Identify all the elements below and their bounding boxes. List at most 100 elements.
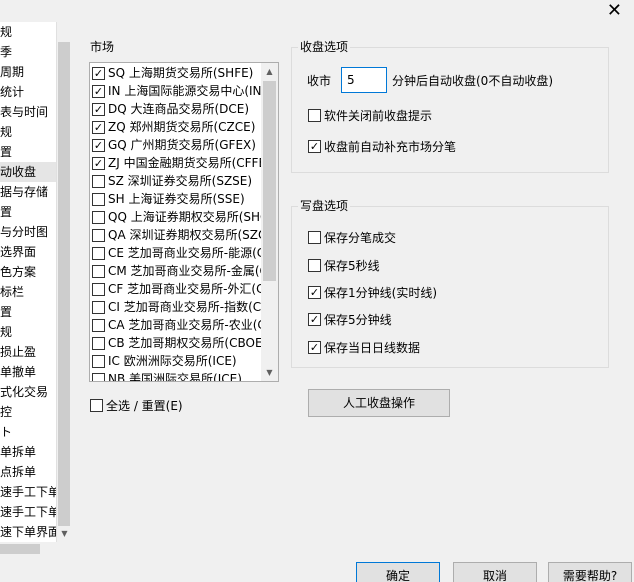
prompt-before-exit-checkbox[interactable]: 软件关闭前收盘提示 [308, 107, 432, 124]
checkbox-box[interactable]: ✓ [92, 156, 105, 170]
close-minutes-input[interactable]: 5 [341, 67, 387, 93]
market-scroll-thumb[interactable] [263, 81, 276, 281]
nav-item[interactable]: 式化交易 [0, 382, 56, 402]
nav-item[interactable]: 单拆单 [0, 442, 56, 462]
write-option-checkbox[interactable]: 保存5秒线 [308, 257, 380, 274]
nav-item[interactable]: 置 [0, 142, 56, 162]
nav-item[interactable]: 规 [0, 122, 56, 142]
checkbox-box[interactable] [92, 246, 105, 260]
scroll-up-arrow-icon[interactable]: ▲ [261, 63, 278, 80]
market-item[interactable]: ✓ ZJ 中国金融期货交易所(CFFEX) [92, 154, 278, 172]
auto-fill-ticks-checkbox[interactable]: ✓ 收盘前自动补充市场分笔 [308, 138, 456, 155]
checkbox-box[interactable]: ✓ [92, 138, 105, 152]
nav-item[interactable]: 季 [0, 42, 56, 62]
nav-item[interactable]: 控 [0, 402, 56, 422]
checkbox-box[interactable]: ✓ [92, 120, 105, 134]
write-option-checkbox[interactable]: ✓ 保存5分钟线 [308, 311, 392, 328]
market-item-label: DQ 大连商品交易所(DCE) [108, 102, 250, 116]
checkbox-box[interactable] [92, 354, 105, 368]
market-item[interactable]: QA 深圳证券期权交易所(SZQA) [92, 226, 278, 244]
market-item[interactable]: CF 芝加哥商业交易所-外汇(CME) [92, 280, 278, 298]
market-list[interactable]: ✓ SQ 上海期货交易所(SHFE) ✓ IN 上海国际能源交易中心(INE) ✓ DQ … [89, 62, 279, 382]
nav-item[interactable]: 置 [0, 302, 56, 322]
checkbox-box[interactable] [92, 336, 105, 350]
scroll-down-arrow-icon[interactable]: ▼ [57, 528, 72, 540]
nav-item[interactable]: 与分时图 [0, 222, 56, 242]
ok-button[interactable]: 确定 [356, 562, 440, 582]
checkbox-box[interactable]: ✓ [308, 341, 321, 354]
market-list-scrollbar[interactable]: ▲ ▼ [261, 63, 278, 381]
checkbox-box[interactable]: ✓ [308, 140, 321, 153]
settings-nav-tree[interactable]: 规季周期 统计 表与时间规置动收盘 据与存储置与分时图 选界面 色方案 标栏置规损止盈 单撤单… [0, 22, 56, 542]
checkbox-box[interactable]: ✓ [92, 102, 105, 116]
market-item[interactable]: CE 芝加哥商业交易所-能源(CME) [92, 244, 278, 262]
nav-item[interactable]: 周期 [0, 62, 56, 82]
checkbox-box[interactable] [92, 318, 105, 332]
checkbox-box[interactable] [92, 282, 105, 296]
nav-scroll-thumb[interactable] [58, 42, 70, 526]
nav-item[interactable]: 速下单界面 [0, 522, 56, 542]
nav-item[interactable]: 速手工下单 [0, 482, 56, 502]
checkbox-box[interactable] [92, 192, 105, 206]
nav-item[interactable]: 置 [0, 202, 56, 222]
checkbox-box[interactable] [308, 109, 321, 122]
write-option-checkbox[interactable]: 保存分笔成交 [308, 229, 396, 246]
market-item[interactable]: ✓ ZQ 郑州期货交易所(CZCE) [92, 118, 255, 136]
checkbox-box[interactable] [92, 372, 105, 381]
market-item[interactable]: ✓ IN 上海国际能源交易中心(INE) [92, 82, 274, 100]
checkbox-box[interactable] [92, 300, 105, 314]
close-options-title: 收盘选项 [298, 38, 351, 55]
cancel-button[interactable]: 取消 [453, 562, 537, 582]
nav-item[interactable]: 选界面 [0, 242, 56, 262]
market-item[interactable]: IC 欧洲洲际交易所(ICE) [92, 352, 237, 370]
checkbox-box[interactable] [308, 259, 321, 272]
market-item[interactable]: CI 芝加哥商业交易所-指数(CME) [92, 298, 278, 316]
select-all-checkbox[interactable]: 全选 / 重置(E) [90, 397, 183, 414]
checkbox-box[interactable]: ✓ [92, 84, 105, 98]
checkbox-box[interactable] [90, 399, 103, 412]
checkbox-box[interactable]: ✓ [92, 66, 105, 80]
market-item[interactable]: NB 美国洲际交易所(ICE) [92, 370, 242, 381]
market-item[interactable]: ✓ GQ 广州期货交易所(GFEX) [92, 136, 256, 154]
market-item[interactable]: QQ 上海证券期权交易所(SHQQ) [92, 208, 278, 226]
checkbox-box[interactable] [308, 231, 321, 244]
nav-item[interactable]: 统计 [0, 82, 56, 102]
checkbox-box[interactable]: ✓ [308, 313, 321, 326]
nav-item[interactable]: 速手工下单 [0, 502, 56, 522]
market-item-label: CM 芝加哥商业交易所-金属(CME) [108, 264, 279, 278]
nav-vertical-scrollbar[interactable]: ▼ [56, 22, 71, 542]
checkbox-box[interactable]: ✓ [308, 286, 321, 299]
nav-item[interactable]: 单撤单 [0, 362, 56, 382]
checkbox-box[interactable] [92, 210, 105, 224]
nav-item[interactable]: 动收盘 [0, 162, 56, 182]
prompt-before-exit-label: 软件关闭前收盘提示 [324, 109, 433, 123]
scroll-down-arrow-icon[interactable]: ▼ [261, 364, 278, 381]
market-item[interactable]: ✓ DQ 大连商品交易所(DCE) [92, 100, 249, 118]
write-option-checkbox[interactable]: ✓ 保存当日日线数据 [308, 339, 420, 356]
nav-item[interactable]: 规 [0, 322, 56, 342]
manual-close-button[interactable]: 人工收盘操作 [308, 389, 450, 417]
nav-horizontal-scrollbar[interactable] [0, 542, 71, 556]
nav-item[interactable]: 色方案 [0, 262, 56, 282]
market-item[interactable]: ✓ SQ 上海期货交易所(SHFE) [92, 64, 253, 82]
nav-item[interactable]: 据与存储 [0, 182, 56, 202]
close-icon[interactable]: ✕ [607, 2, 622, 20]
nav-item[interactable]: 表与时间 [0, 102, 56, 122]
nav-item[interactable]: 标栏 [0, 282, 56, 302]
market-item[interactable]: CB 芝加哥期权交易所(CBOE) [92, 334, 267, 352]
nav-item[interactable]: 点拆单 [0, 462, 56, 482]
write-option-label: 保存分笔成交 [324, 231, 397, 245]
market-item[interactable]: CA 芝加哥商业交易所-农业(CME) [92, 316, 278, 334]
market-item[interactable]: CM 芝加哥商业交易所-金属(CME) [92, 262, 279, 280]
market-item[interactable]: SH 上海证券交易所(SSE) [92, 190, 245, 208]
help-button[interactable]: 需要帮助? [548, 562, 632, 582]
write-option-checkbox[interactable]: ✓ 保存1分钟线(实时线) [308, 284, 437, 301]
checkbox-box[interactable] [92, 174, 105, 188]
checkbox-box[interactable] [92, 264, 105, 278]
nav-item[interactable]: 损止盈 [0, 342, 56, 362]
nav-item[interactable]: ト [0, 422, 56, 442]
checkbox-box[interactable] [92, 228, 105, 242]
nav-item[interactable]: 规 [0, 22, 56, 42]
market-item[interactable]: SZ 深圳证券交易所(SZSE) [92, 172, 252, 190]
nav-hscroll-thumb[interactable] [0, 544, 40, 554]
